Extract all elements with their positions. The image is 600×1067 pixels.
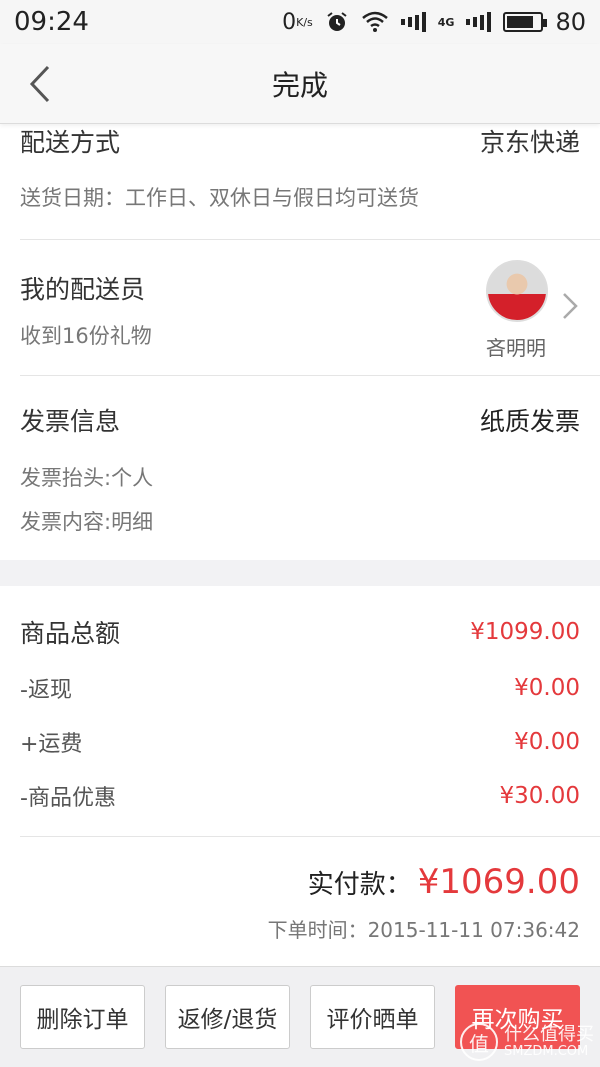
courier-gifts: 收到16份礼物: [20, 324, 152, 348]
network-type: 4G: [437, 15, 455, 29]
courier-section[interactable]: 我的配送员 收到16份礼物 吝明明: [0, 240, 600, 376]
wifi-icon: [361, 11, 389, 33]
amount-label: -返现: [20, 678, 72, 703]
amount-row-shipping: +运费 ¥0.00: [0, 726, 600, 758]
nav-bar: 完成: [0, 44, 600, 124]
delivery-method-value: 京东快递: [479, 128, 580, 157]
amount-row-total: 商品总额 ¥1099.00: [0, 614, 600, 650]
signal-icon-2: [466, 11, 492, 33]
watermark-text: 什么值得买 SMZDM.COM: [504, 1025, 594, 1059]
paid-row: 实付款： ¥1069.00: [308, 862, 580, 902]
invoice-section: 发票信息 纸质发票 发票抬头:个人 发票内容:明细: [0, 376, 600, 560]
courier-name: 吝明明: [486, 336, 546, 360]
watermark-line1: 什么值得买: [504, 1023, 594, 1045]
watermark-line2: SMZDM.COM: [504, 1043, 589, 1059]
courier-title: 我的配送员: [20, 275, 146, 304]
delivery-method-label: 配送方式: [20, 128, 121, 157]
status-bar: 09:24 0 K/s 4G 80: [0, 0, 600, 44]
paid-value: ¥1069.00: [417, 862, 580, 902]
delivery-date: 送货日期：工作日、双休日与假日均可送货: [20, 186, 419, 210]
invoice-header: 发票抬头:个人: [20, 466, 154, 490]
amount-row-discount: -商品优惠 ¥30.00: [0, 780, 600, 812]
battery-level: 80: [555, 8, 586, 36]
return-button[interactable]: 返修/退货: [165, 985, 290, 1049]
smzdm-watermark: 值 什么值得买 SMZDM.COM: [460, 1023, 594, 1061]
delete-order-button[interactable]: 删除订单: [20, 985, 145, 1049]
amount-value: ¥1099.00: [470, 619, 580, 645]
amount-value: ¥30.00: [499, 783, 580, 809]
alarm-icon: [325, 10, 349, 34]
signal-icon: [400, 11, 426, 33]
watermark-icon: 值: [460, 1023, 498, 1061]
chevron-right-icon: [562, 292, 578, 324]
review-button[interactable]: 评价晒单: [310, 985, 435, 1049]
amounts-section: 商品总额 ¥1099.00 -返现 ¥0.00 +运费 ¥0.00 -商品优惠 …: [0, 586, 600, 966]
paid-label: 实付款：: [307, 870, 412, 900]
page-title: 完成: [271, 68, 328, 102]
delivery-section: 配送方式 京东快递 送货日期：工作日、双休日与假日均可送货: [0, 124, 600, 240]
amount-label: 商品总额: [20, 619, 121, 648]
battery-icon: [503, 12, 548, 32]
net-speed-unit: K/s: [296, 15, 313, 29]
back-button[interactable]: [20, 62, 60, 106]
amount-value: ¥0.00: [514, 675, 580, 701]
invoice-type: 纸质发票: [479, 407, 580, 436]
amount-row-cashback: -返现 ¥0.00: [0, 672, 600, 704]
net-speed: 0 K/s: [282, 10, 313, 35]
invoice-content: 发票内容:明细: [20, 510, 154, 534]
chevron-left-icon: [29, 65, 50, 103]
amount-label: -商品优惠: [20, 786, 116, 811]
status-time: 09:24: [14, 7, 89, 37]
invoice-title: 发票信息: [20, 407, 121, 436]
net-speed-value: 0: [282, 9, 297, 35]
amount-value: ¥0.00: [514, 729, 580, 755]
amount-label: +运费: [20, 732, 83, 757]
status-icons: 0 K/s 4G 80: [282, 8, 586, 36]
order-time: 下单时间：2015-11-11 07:36:42: [267, 918, 580, 942]
battery-fill: [507, 16, 534, 28]
courier-avatar: [486, 260, 548, 322]
